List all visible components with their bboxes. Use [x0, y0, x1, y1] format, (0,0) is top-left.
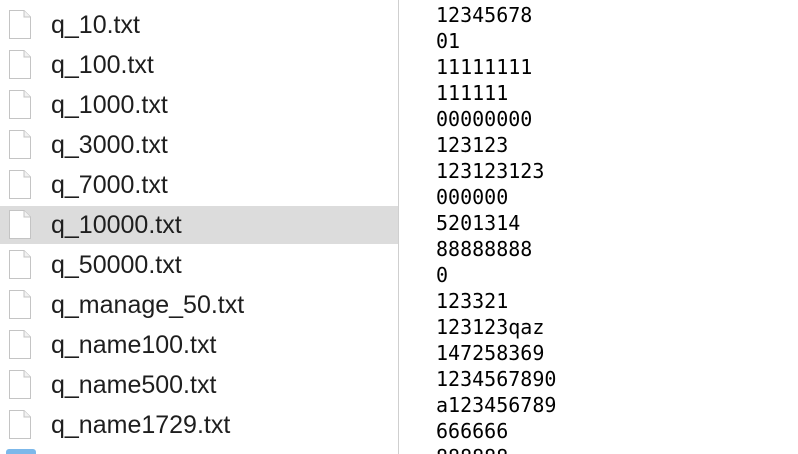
document-icon	[8, 249, 32, 280]
file-row[interactable]: q_7000.txt	[0, 166, 398, 204]
document-icon	[8, 89, 32, 120]
preview-line: 1234567890	[436, 367, 557, 391]
finder-window: q_10.txt q_100.txt q_1000.txt q_3000.txt q_7…	[0, 0, 798, 454]
document-icon	[8, 369, 32, 400]
file-row[interactable]: q_name500.txt	[0, 366, 398, 404]
file-row[interactable]: q_3000.txt	[0, 126, 398, 164]
preview-line: 11111111	[436, 55, 533, 79]
file-row[interactable]: q_name100.txt	[0, 326, 398, 364]
file-name: q_7000.txt	[51, 171, 168, 199]
preview-line: 123321	[436, 289, 509, 313]
file-name: q_1000.txt	[51, 91, 168, 119]
preview-line: 0	[436, 263, 449, 287]
preview-line: 000000	[436, 185, 509, 209]
file-row[interactable]: q_10.txt	[0, 6, 398, 44]
preview-line: 12345678	[436, 3, 533, 27]
document-icon	[8, 409, 32, 440]
file-preview-panel: 12345678 01 11111111 111111 00000000 123123 12…	[399, 0, 798, 454]
file-name: q_10.txt	[51, 11, 140, 39]
file-name: q_name500.txt	[51, 371, 217, 399]
file-row[interactable]: q_100.txt	[0, 46, 398, 84]
preview-line: 00000000	[436, 107, 533, 131]
file-name: q_3000.txt	[51, 131, 168, 159]
file-name: q_50000.txt	[51, 251, 182, 279]
document-icon	[8, 209, 32, 240]
document-icon	[8, 49, 32, 80]
file-row[interactable]: q_50000.txt	[0, 246, 398, 284]
preview-line: 123123123	[436, 159, 545, 183]
preview-line: a123456789	[436, 393, 557, 417]
preview-line: 5201314	[436, 211, 521, 235]
file-name: q_name100.txt	[51, 331, 217, 359]
preview-line: 01	[436, 29, 461, 53]
document-icon	[8, 289, 32, 320]
file-row[interactable]: q_name1729.txt	[0, 406, 398, 444]
preview-line: 88888888	[436, 237, 533, 261]
document-icon	[8, 9, 32, 40]
preview-line: 666666	[436, 419, 509, 443]
preview-line: 123123	[436, 133, 509, 157]
file-name: q_10000.txt	[51, 211, 182, 239]
file-row[interactable]: q_manage_50.txt	[0, 286, 398, 324]
preview-line: 123123qaz	[436, 315, 545, 339]
document-icon	[8, 329, 32, 360]
file-row[interactable]: q_10000.txt	[0, 206, 398, 244]
file-name: q_manage_50.txt	[51, 291, 245, 319]
preview-text: 12345678 01 11111111 111111 00000000 123123 12…	[436, 2, 556, 454]
preview-line: 888888	[436, 444, 556, 454]
file-name: q_name1729.txt	[51, 411, 231, 439]
document-icon	[8, 169, 32, 200]
document-icon	[8, 129, 32, 160]
preview-line: 147258369	[436, 341, 545, 365]
file-row[interactable]: q_1000.txt	[0, 86, 398, 124]
file-name: q_100.txt	[51, 51, 154, 79]
file-list: q_10.txt q_100.txt q_1000.txt q_3000.txt q_7…	[0, 0, 398, 454]
preview-line: 111111	[436, 81, 509, 105]
folder-icon	[6, 449, 36, 454]
